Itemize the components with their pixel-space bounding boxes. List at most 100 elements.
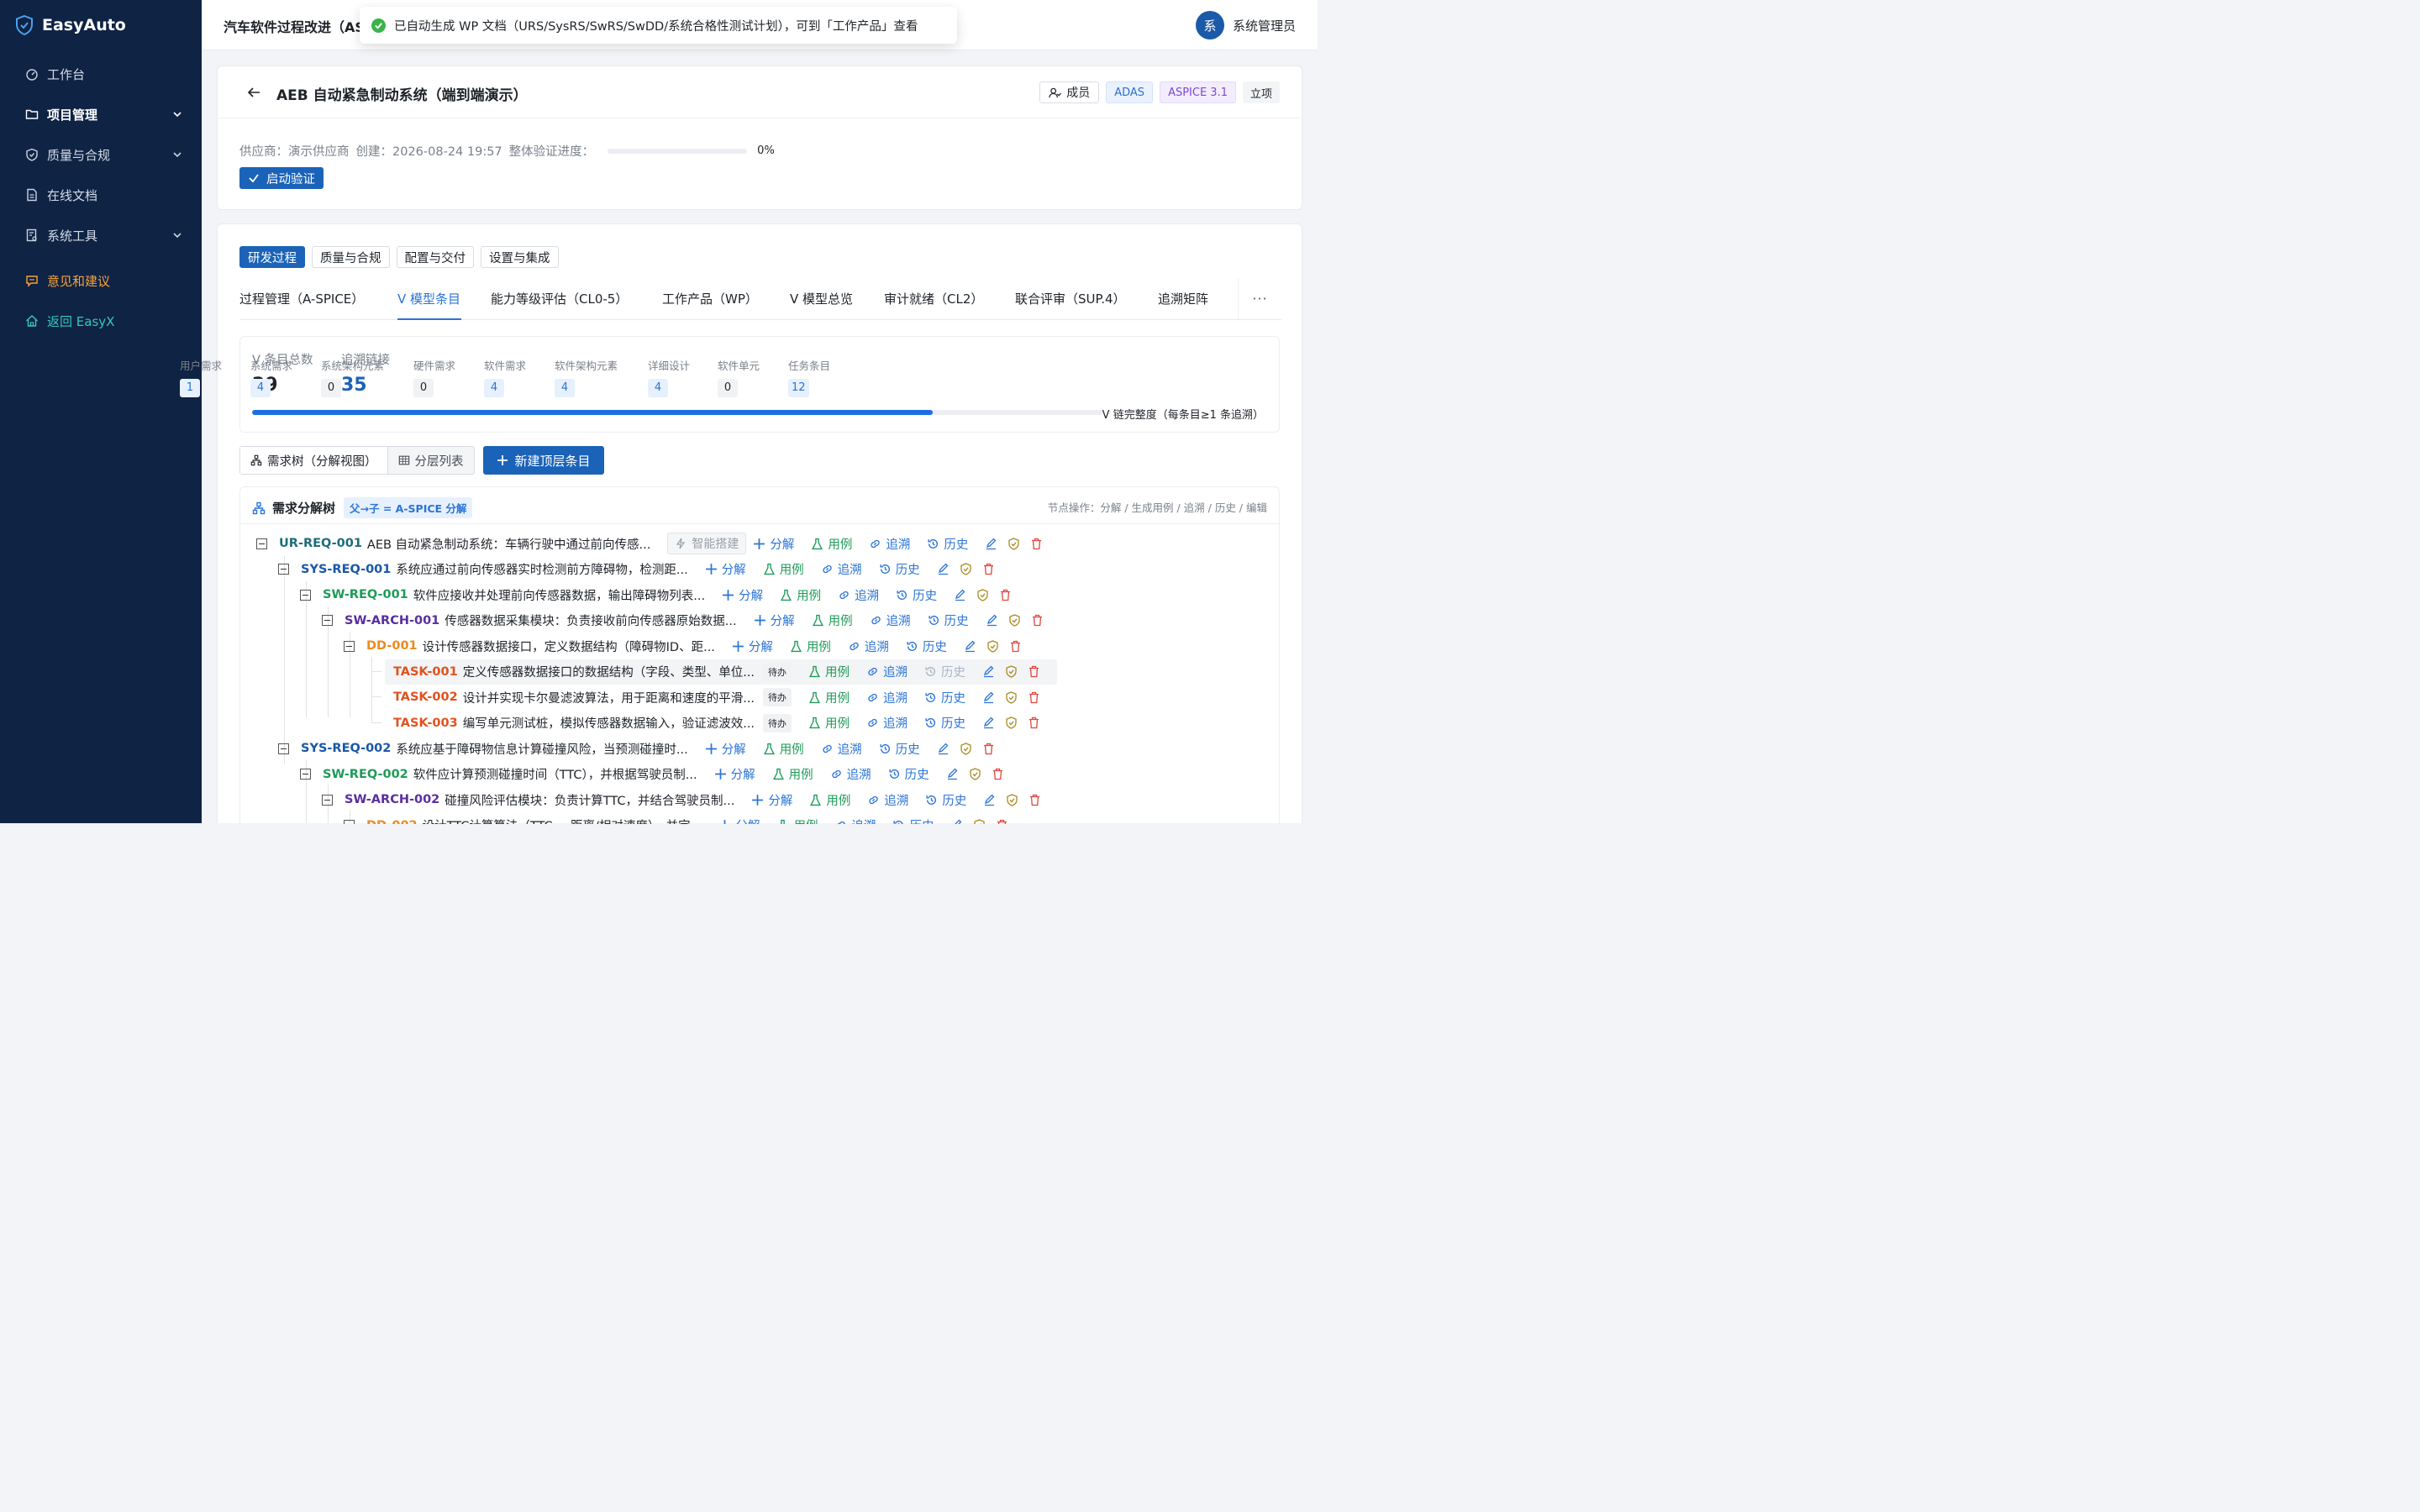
trace-button[interactable]: 追溯 xyxy=(848,638,889,655)
trace-button[interactable]: 追溯 xyxy=(867,791,908,809)
list-view-button[interactable]: 分层列表 xyxy=(388,447,474,474)
tree-node[interactable]: DD-002 设计TTC计算算法（TTC = 距离/相对速度），并定... 分解 用例… xyxy=(344,813,1018,824)
review-shield-icon[interactable] xyxy=(986,639,999,653)
history-button[interactable]: 历史 xyxy=(879,740,920,758)
split-button[interactable]: 分解 xyxy=(751,791,792,809)
collapse-toggle-icon[interactable] xyxy=(322,615,333,626)
edit-icon[interactable] xyxy=(982,717,995,729)
sidebar-item-projects[interactable]: 项目管理 xyxy=(0,94,202,134)
delete-icon[interactable] xyxy=(1028,717,1040,729)
edit-icon[interactable] xyxy=(937,563,950,575)
history-button[interactable]: 历史 xyxy=(888,765,929,783)
sidebar-item-docs[interactable]: 在线文档 xyxy=(0,175,202,215)
review-shield-icon[interactable] xyxy=(960,563,972,575)
tree-node[interactable]: SYS-REQ-002 系统应基于障碍物信息计算碰撞风险，当预测碰撞时... 分解 用… xyxy=(278,736,1005,761)
trace-button[interactable]: 追溯 xyxy=(821,560,862,578)
smart-build-button[interactable]: 智能搭建 xyxy=(667,533,747,554)
brand[interactable]: EasyAuto xyxy=(0,0,202,50)
tree-node[interactable]: DD-001 设计传感器数据接口，定义数据结构（障碍物ID、距... 分解 用例 追溯 历… xyxy=(344,633,1032,659)
sidebar-item-back-easyx[interactable]: 返回 EasyX xyxy=(0,301,202,341)
review-shield-icon[interactable] xyxy=(1005,690,1018,704)
history-button[interactable]: 历史 xyxy=(928,612,969,629)
collapse-toggle-icon[interactable] xyxy=(300,589,311,601)
test-case-button[interactable]: 用例 xyxy=(772,765,813,783)
delete-icon[interactable] xyxy=(982,563,995,575)
edit-icon[interactable] xyxy=(983,794,996,806)
tab-capability-assessment[interactable]: 能力等级评估（CL0-5） xyxy=(491,290,628,307)
history-button[interactable]: 历史 xyxy=(896,586,937,604)
trace-button[interactable]: 追溯 xyxy=(866,714,908,732)
test-case-button[interactable]: 用例 xyxy=(809,791,850,809)
edit-icon[interactable] xyxy=(986,614,998,627)
tree-node[interactable]: UR-REQ-001 AEB 自动紧急制动系统：车辆行驶中通过前向传感... 智能搭… xyxy=(256,531,1053,556)
test-case-button[interactable]: 用例 xyxy=(808,663,850,680)
sidebar-item-quality[interactable]: 质量与合规 xyxy=(0,134,202,175)
tree-node[interactable]: SW-REQ-002 软件应计算预测碰撞时间（TTC），并根据驾驶员制... 分解 用… xyxy=(300,762,1014,787)
review-shield-icon[interactable] xyxy=(1007,537,1020,550)
collapse-toggle-icon[interactable] xyxy=(344,640,355,652)
split-button[interactable]: 分解 xyxy=(718,816,760,824)
trace-button[interactable]: 追溯 xyxy=(834,816,876,824)
review-shield-icon[interactable] xyxy=(1005,665,1018,678)
collapse-toggle-icon[interactable] xyxy=(300,769,311,780)
tab-audit-readiness[interactable]: 审计就绪（CL2） xyxy=(884,290,983,307)
tab-joint-review[interactable]: 联合评审（SUP.4） xyxy=(1015,290,1126,307)
review-shield-icon[interactable] xyxy=(960,742,972,755)
tab-trace-matrix[interactable]: 追溯矩阵 xyxy=(1158,290,1208,307)
tree-node[interactable]: TASK-003 编写单元测试桩，模拟传感器数据输入，验证滤波效... 待办 用例 追溯… xyxy=(385,711,1050,736)
tree-view-button[interactable]: 需求树（分解视图） xyxy=(240,447,388,474)
test-case-button[interactable]: 用例 xyxy=(776,816,818,824)
sidebar-item-tools[interactable]: 系统工具 xyxy=(0,215,202,255)
new-top-item-button[interactable]: 新建顶层条目 xyxy=(482,446,604,475)
trace-button[interactable]: 追溯 xyxy=(866,689,908,706)
tree-node[interactable]: SW-ARCH-002 碰撞风险评估模块：负责计算TTC，并结合驾驶员制... 分解… xyxy=(322,787,1051,812)
segment-config-delivery[interactable]: 配置与交付 xyxy=(396,246,474,268)
delete-icon[interactable] xyxy=(996,819,1008,824)
delete-icon[interactable] xyxy=(982,743,995,755)
tab-v-model-items[interactable]: V 模型条目 xyxy=(397,290,460,307)
more-tabs-button[interactable]: ··· xyxy=(1238,278,1281,319)
edit-icon[interactable] xyxy=(954,589,966,601)
review-shield-icon[interactable] xyxy=(969,768,981,780)
collapse-toggle-icon[interactable] xyxy=(344,820,355,824)
segment-quality[interactable]: 质量与合规 xyxy=(312,246,390,268)
edit-icon[interactable] xyxy=(964,640,976,653)
split-button[interactable]: 分解 xyxy=(705,740,746,758)
history-button[interactable]: 历史 xyxy=(927,535,968,553)
delete-icon[interactable] xyxy=(1009,640,1022,653)
edit-icon[interactable] xyxy=(946,768,959,780)
history-button[interactable]: 历史 xyxy=(906,638,947,655)
start-verification-button[interactable]: 启动验证 xyxy=(239,167,324,189)
split-button[interactable]: 分解 xyxy=(714,765,755,783)
history-button[interactable]: 历史 xyxy=(925,791,966,809)
trace-button[interactable]: 追溯 xyxy=(838,586,879,604)
members-button[interactable]: 成员 xyxy=(1039,81,1100,103)
tree-node[interactable]: TASK-001 定义传感器数据接口的数据结构（字段、类型、单位... 待办 用例 追溯… xyxy=(385,659,1058,685)
test-case-button[interactable]: 用例 xyxy=(808,689,850,706)
split-button[interactable]: 分解 xyxy=(705,560,746,578)
edit-icon[interactable] xyxy=(985,538,997,550)
test-case-button[interactable]: 用例 xyxy=(812,612,853,629)
history-button[interactable]: 历史 xyxy=(892,816,934,824)
split-button[interactable]: 分解 xyxy=(732,638,773,655)
test-case-button[interactable]: 用例 xyxy=(808,714,850,732)
sidebar-item-dashboard[interactable]: 工作台 xyxy=(0,54,202,94)
review-shield-icon[interactable] xyxy=(973,819,986,824)
delete-icon[interactable] xyxy=(992,768,1004,780)
trace-button[interactable]: 追溯 xyxy=(869,535,910,553)
test-case-button[interactable]: 用例 xyxy=(811,535,852,553)
test-case-button[interactable]: 用例 xyxy=(763,560,804,578)
tree-node[interactable]: SYS-REQ-001 系统应通过前向传感器实时检测前方障碍物，检测距... 分解 用… xyxy=(278,557,1005,582)
collapse-toggle-icon[interactable] xyxy=(278,564,289,575)
review-shield-icon[interactable] xyxy=(1005,717,1018,729)
trace-button[interactable]: 追溯 xyxy=(830,765,871,783)
delete-icon[interactable] xyxy=(1031,614,1044,627)
delete-icon[interactable] xyxy=(1030,538,1043,550)
history-button[interactable]: 历史 xyxy=(924,714,965,732)
edit-icon[interactable] xyxy=(950,819,963,824)
tab-work-products[interactable]: 工作产品（WP） xyxy=(662,290,758,307)
collapse-toggle-icon[interactable] xyxy=(278,743,289,754)
sidebar-item-feedback[interactable]: 意见和建议 xyxy=(0,260,202,301)
test-case-button[interactable]: 用例 xyxy=(790,638,831,655)
collapse-toggle-icon[interactable] xyxy=(322,794,333,806)
